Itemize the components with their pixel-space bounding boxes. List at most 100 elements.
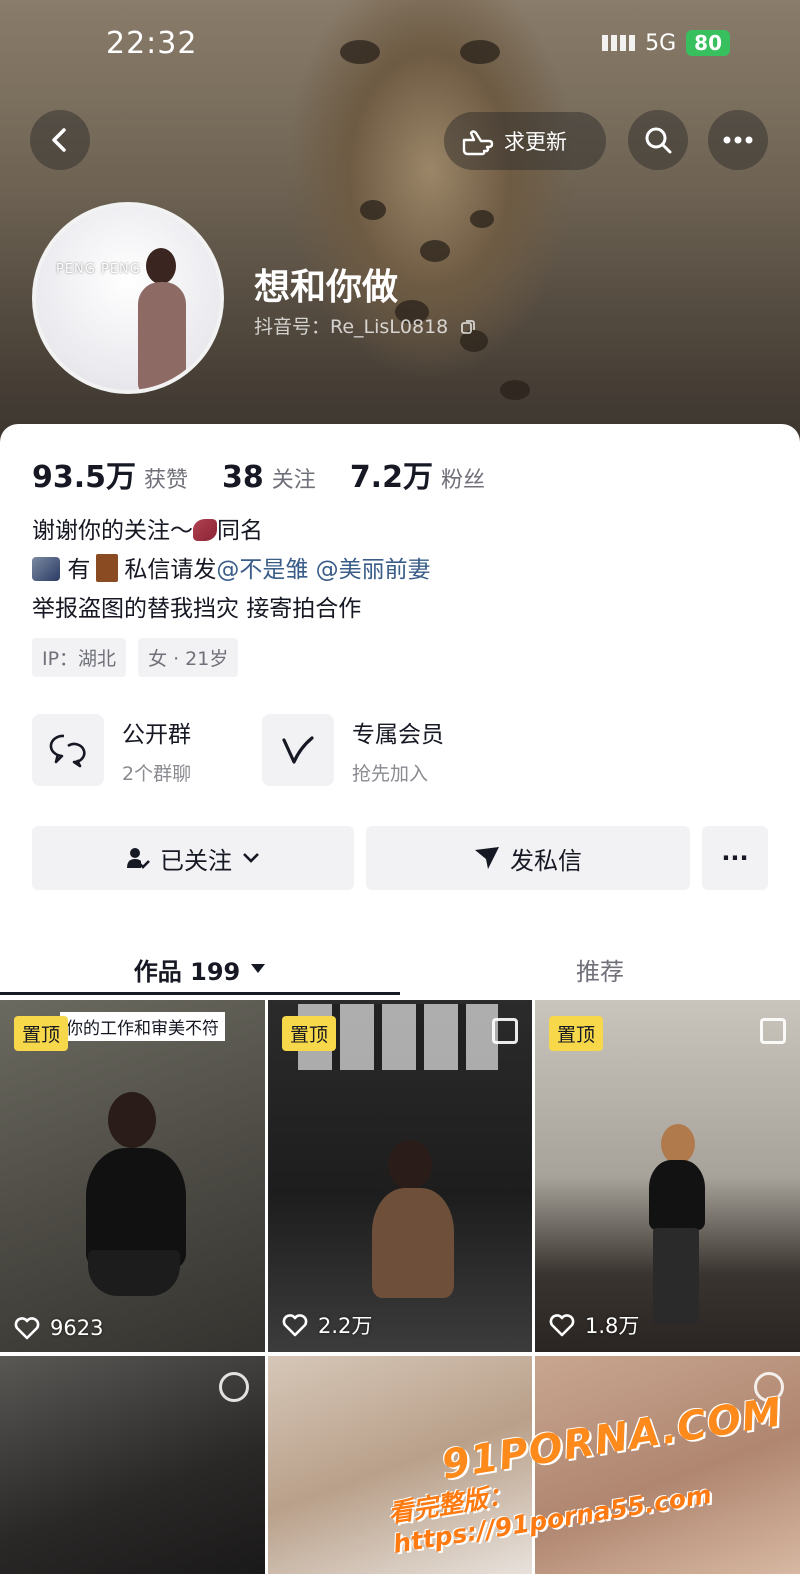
cover-pattern [420, 240, 450, 262]
stat-label: 获赞 [144, 468, 189, 493]
stat-likes: 93.5万 获赞 [32, 452, 188, 496]
avatar-text: PENG PENG [56, 262, 141, 277]
heart-icon [14, 1317, 40, 1340]
stat-value: 93.5万 [32, 460, 137, 495]
bio-text: 有 [67, 557, 91, 583]
request-update-label: 求更新 [504, 130, 567, 154]
multi-image-icon [760, 1018, 786, 1044]
bio-text: 同名 [217, 518, 263, 544]
group-chat-icon [32, 714, 104, 786]
live-photo-icon [219, 1372, 249, 1402]
more-dots-icon [723, 136, 753, 144]
tab-recommend[interactable]: 推荐 [400, 934, 800, 1004]
search-button[interactable] [628, 110, 688, 170]
stat-followers[interactable]: 7.2万 粉丝 [350, 452, 485, 496]
stat-label: 关注 [271, 468, 316, 493]
followed-label: 已关注 [160, 846, 232, 875]
like-count: 9623 [14, 1316, 103, 1340]
video-thumbnail[interactable]: 置顶 2.2万 [268, 1000, 532, 1352]
battery-level: 80 [686, 30, 730, 56]
multi-image-icon [492, 1018, 518, 1044]
followed-button[interactable]: 已关注 [32, 826, 354, 890]
heart-icon [282, 1314, 308, 1337]
like-count-value: 2.2万 [318, 1314, 373, 1338]
mention-link[interactable]: @不是雏 [216, 557, 308, 583]
more-actions-button[interactable]: ··· [702, 826, 768, 890]
feature-title: 专属会员 [352, 721, 444, 748]
thumb-figure [88, 1250, 180, 1296]
back-button[interactable] [30, 110, 90, 170]
avatar-figure-body [138, 282, 186, 390]
caret-down-icon [251, 964, 266, 973]
cover-pattern [470, 210, 494, 228]
bio-text: 私信请发 [124, 557, 217, 583]
membership-entry[interactable]: 专属会员 抢先加入 [262, 714, 444, 786]
thumb-figure [649, 1160, 705, 1230]
tab-label: 作品 199 [133, 957, 241, 986]
user-check-icon [127, 848, 150, 869]
door-emoji-icon [96, 554, 119, 582]
profile-bio: 谢谢你的关注～ 同名 有 私信请发@不是雏 @美丽前妻 举报盗图的替我挡灾 接寄拍合… [32, 512, 431, 629]
video-thumbnail[interactable] [0, 1356, 265, 1574]
profile-nickname: 想和你做 [254, 267, 399, 308]
cover-pattern [460, 40, 500, 64]
profile-cover: 22:32 5G 80 求更新 PENG PENG 想和你做 抖音号：Re_Li… [0, 0, 800, 450]
video-thumbnail[interactable]: 你的工作和审美不符 置顶 9623 [0, 1000, 265, 1352]
send-arrow-icon [475, 847, 499, 869]
like-count-value: 9623 [50, 1316, 104, 1340]
cover-pattern [500, 380, 530, 400]
video-thumbnail[interactable]: 置顶 1.8万 [535, 1000, 800, 1352]
back-arrow-icon [52, 128, 66, 152]
pinned-badge: 置顶 [282, 1016, 337, 1051]
thumb-figure [653, 1228, 699, 1324]
chevron-down-icon [243, 853, 259, 863]
like-count-value: 1.8万 [585, 1314, 640, 1338]
stat-value: 38 [222, 460, 264, 495]
more-actions-label: ··· [721, 844, 749, 872]
tab-label: 推荐 [576, 957, 624, 986]
thumb-caption: 你的工作和审美不符 [60, 1012, 225, 1041]
sweet-potato-emoji-icon [193, 519, 217, 541]
hand-point-icon [462, 130, 494, 156]
bio-line-2: 有 私信请发@不是雏 @美丽前妻 [32, 551, 431, 590]
membership-v-icon [262, 714, 334, 786]
thumb-figure [661, 1124, 695, 1164]
bio-line-3: 举报盗图的替我挡灾 接寄拍合作 [32, 596, 362, 622]
search-icon [645, 127, 672, 154]
profile-stats: 93.5万 获赞 38 关注 7.2万 粉丝 [32, 452, 519, 496]
status-indicators: 5G 80 [602, 30, 730, 56]
thumb-figure [108, 1092, 156, 1148]
active-tab-indicator [0, 992, 400, 995]
send-message-label: 发私信 [510, 846, 582, 875]
signal-icon [602, 35, 636, 51]
bio-line-1: 谢谢你的关注～ 同名 [32, 512, 431, 551]
cover-pattern [340, 40, 380, 64]
avatar[interactable]: PENG PENG [32, 202, 224, 394]
satellite-emoji-icon [32, 557, 60, 581]
pinned-badge: 置顶 [549, 1016, 604, 1051]
like-count: 2.2万 [282, 1310, 372, 1340]
profile-tags: IP：湖北 女 · 21岁 [32, 638, 239, 677]
status-time: 22:32 [106, 26, 198, 61]
cover-pattern [360, 200, 386, 220]
bio-text: 谢谢你的关注～ [32, 518, 193, 544]
send-message-button[interactable]: 发私信 [366, 826, 690, 890]
copy-icon [461, 320, 476, 334]
mention-link[interactable]: @美丽前妻 [316, 557, 431, 583]
like-count: 1.8万 [549, 1310, 639, 1340]
more-button[interactable] [708, 110, 768, 170]
feature-subtitle: 抢先加入 [352, 762, 429, 785]
stat-value: 7.2万 [349, 460, 433, 495]
feature-subtitle: 2个群聊 [122, 762, 192, 785]
thumb-figure [388, 1140, 432, 1190]
request-update-button[interactable]: 求更新 [444, 112, 606, 170]
douyin-id[interactable]: 抖音号：Re_LisL0818 [254, 312, 476, 339]
gender-age-tag: 女 · 21岁 [138, 638, 239, 677]
avatar-figure-head [146, 248, 176, 284]
stat-following[interactable]: 38 关注 [222, 460, 316, 495]
douyin-id-text: 抖音号：Re_LisL0818 [254, 316, 449, 338]
feature-title: 公开群 [122, 721, 191, 748]
thumb-figure [372, 1188, 454, 1298]
public-group-entry[interactable]: 公开群 2个群聊 [32, 714, 191, 786]
network-type: 5G [645, 30, 677, 56]
